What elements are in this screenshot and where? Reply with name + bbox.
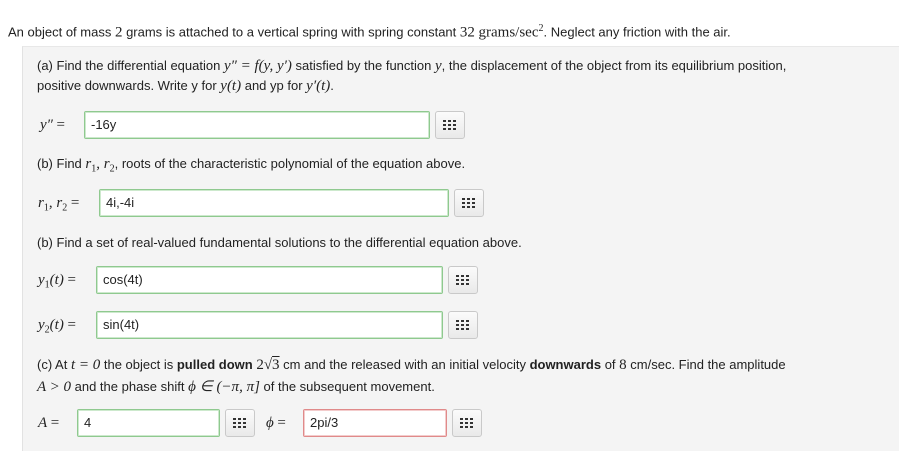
unit: grams/sec [478, 24, 539, 41]
phase-input[interactable]: 2pi/3 [303, 409, 447, 437]
part-a-text-line2: positive downwards. Write y for y(t) and… [37, 78, 334, 94]
roots-label: r1, r2 = [38, 195, 80, 214]
amplitude-input[interactable]: 4 [77, 409, 220, 437]
part-c-text-line1: (c) At t = 0 the object is pulled down 2… [37, 357, 786, 373]
phase-label: ϕ = [266, 415, 286, 431]
amplitude-label: A = [38, 415, 60, 431]
y1-label: y1(t) = [38, 272, 76, 291]
grid-icon [443, 120, 456, 130]
roots-input[interactable]: 4i,-4i [99, 189, 449, 217]
grid-icon [460, 418, 473, 428]
equation-editor-button[interactable] [225, 409, 255, 437]
part-b-solutions-text: (b) Find a set of real-valued fundamenta… [37, 235, 522, 250]
equation-editor-button[interactable] [452, 409, 482, 437]
y-double-prime-label: y″ = [40, 117, 65, 133]
grid-icon [456, 275, 469, 285]
grid-icon [233, 418, 246, 428]
grid-icon [462, 198, 475, 208]
part-b-roots-text: (b) Find r1, r2, roots of the characteri… [37, 156, 466, 175]
y2-label: y2(t) = [38, 317, 76, 336]
equation-editor-button[interactable] [448, 266, 478, 294]
y-double-prime-input[interactable]: -16y [84, 111, 430, 139]
equation-editor-button[interactable] [454, 189, 484, 217]
y2-input[interactable]: sin(4t) [96, 311, 443, 339]
y1-input[interactable]: cos(4t) [96, 266, 443, 294]
equation-editor-button[interactable] [435, 111, 465, 139]
equation-editor-button[interactable] [448, 311, 478, 339]
part-c-text-line2: A > 0 and the phase shift ϕ ∈ (−π, π] of… [37, 379, 435, 395]
problem-intro: An object of mass 2 grams is attached to… [8, 23, 731, 41]
part-a-text-line1: (a) Find the differential equation y″ = … [37, 58, 787, 74]
grid-icon [456, 320, 469, 330]
